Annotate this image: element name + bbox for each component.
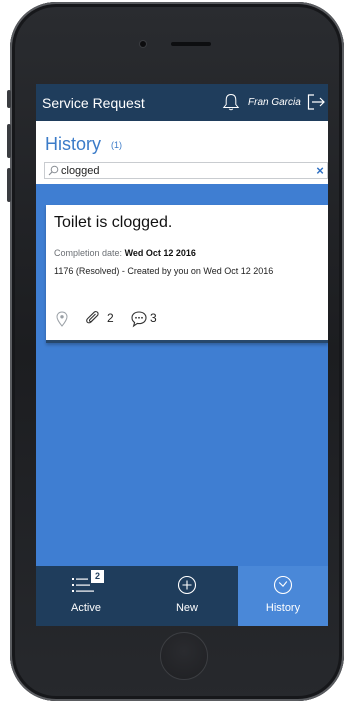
search-icon xyxy=(48,165,59,176)
user-name[interactable]: Fran Garcia xyxy=(248,97,301,108)
mute-switch xyxy=(7,90,11,108)
request-card[interactable]: Toilet is clogged. Completion date: Wed … xyxy=(46,205,328,343)
tab-label-history: History xyxy=(265,602,301,614)
location-pin-icon[interactable] xyxy=(55,311,69,327)
completion-label: Completion date: xyxy=(54,248,123,258)
search-input[interactable] xyxy=(61,164,311,177)
app-screen: Service Request Fran Garcia History (1) … xyxy=(36,84,328,626)
active-count-badge: 2 xyxy=(91,570,104,583)
clear-search-icon[interactable]: × xyxy=(313,163,327,178)
search-box[interactable]: × xyxy=(44,162,328,179)
attachment-icon[interactable] xyxy=(85,311,103,327)
front-camera xyxy=(140,41,146,47)
home-button[interactable] xyxy=(160,632,208,680)
request-meta: 1176 (Resolved) - Created by you on Wed … xyxy=(54,266,274,276)
page-title: History xyxy=(45,134,102,154)
bell-icon[interactable] xyxy=(221,92,241,112)
logout-icon[interactable] xyxy=(306,92,326,112)
history-count: (1) xyxy=(111,140,122,150)
tab-label-active: Active xyxy=(71,602,101,614)
volume-up-button xyxy=(7,124,11,158)
tab-history[interactable]: History xyxy=(238,566,328,626)
app-header: Service Request Fran Garcia xyxy=(36,84,328,121)
clock-icon xyxy=(273,575,293,595)
app-title: Service Request xyxy=(42,95,145,111)
tab-label-new: New xyxy=(175,602,198,614)
comment-count: 3 xyxy=(150,311,157,325)
earpiece-speaker xyxy=(171,42,211,46)
plus-circle-icon xyxy=(177,575,197,595)
volume-down-button xyxy=(7,168,11,202)
request-title: Toilet is clogged. xyxy=(54,214,173,231)
completion-date: Wed Oct 12 2016 xyxy=(124,248,196,258)
tab-active[interactable]: 2 Active xyxy=(36,566,136,626)
history-header: History (1) × xyxy=(36,121,328,184)
tab-new[interactable]: New xyxy=(136,566,238,626)
attachment-count: 2 xyxy=(107,311,114,325)
completion-row: Completion date: Wed Oct 12 2016 xyxy=(54,248,196,258)
comment-icon[interactable] xyxy=(130,310,148,328)
bottom-tab-bar: 2 Active New History xyxy=(36,566,328,626)
